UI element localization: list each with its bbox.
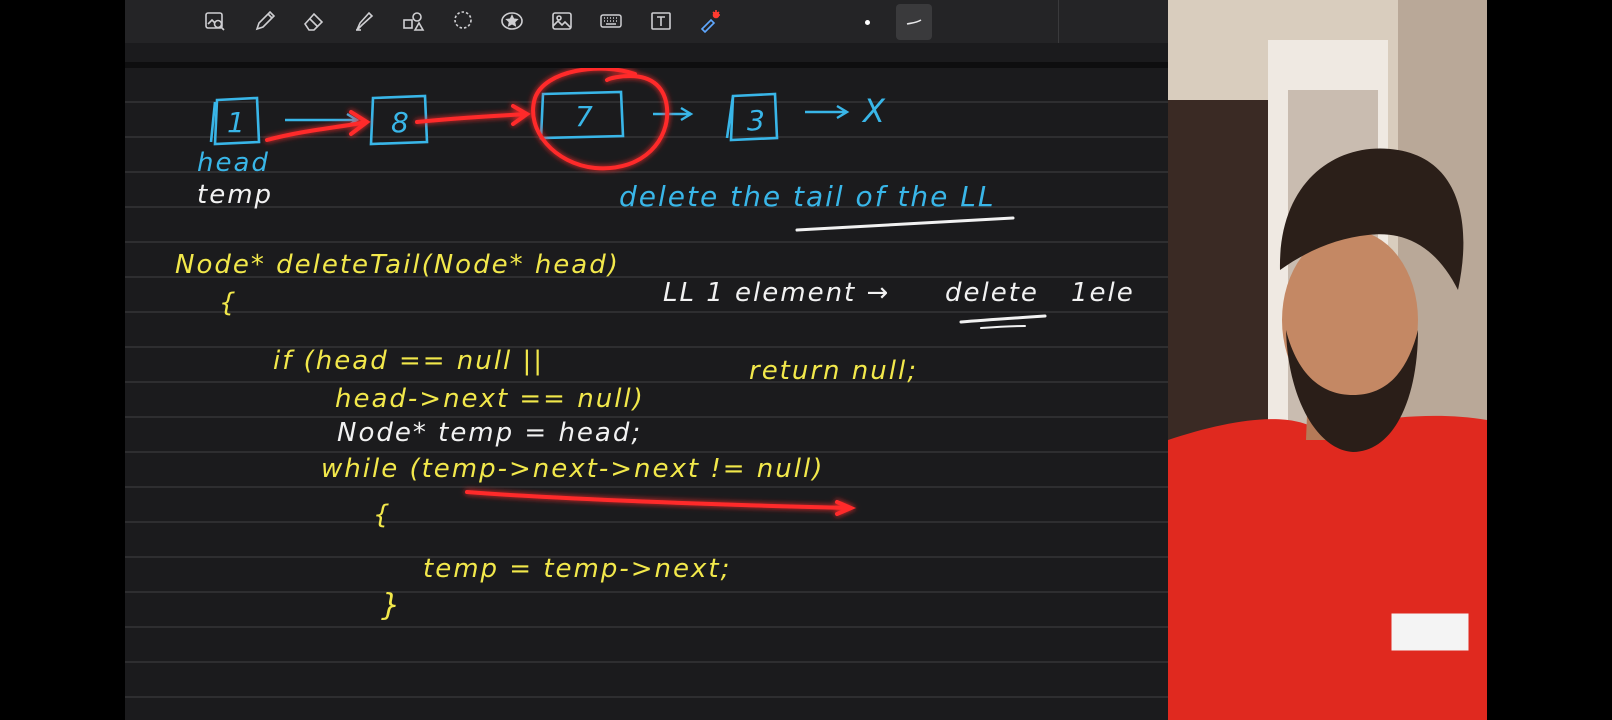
side-note-emph: delete bbox=[945, 278, 1039, 308]
text-box-icon[interactable] bbox=[647, 7, 675, 35]
laser-pointer-icon[interactable] bbox=[696, 7, 724, 35]
title-note: delete the tail of the LL bbox=[619, 180, 996, 213]
notes-app-window: 1 8 7 3 X head temp delete the tail of t… bbox=[125, 0, 1487, 720]
stroke-dot-icon[interactable] bbox=[853, 8, 881, 36]
advance-temp-line: temp = temp->next; bbox=[423, 554, 732, 584]
node-7-value: 7 bbox=[575, 100, 595, 133]
highlighter-icon[interactable] bbox=[350, 7, 378, 35]
image-icon[interactable] bbox=[548, 7, 576, 35]
while-open-brace: { bbox=[373, 500, 392, 530]
keyboard-icon[interactable] bbox=[597, 7, 625, 35]
temp-label: temp bbox=[197, 180, 274, 210]
arrow-7-3 bbox=[653, 106, 694, 122]
function-signature: Node* deleteTail(Node* head) bbox=[175, 250, 620, 280]
side-note-text: LL 1 element → bbox=[663, 278, 891, 308]
stroke-width-icon[interactable] bbox=[896, 4, 932, 40]
arrow-3-null bbox=[805, 104, 850, 120]
title-underline bbox=[795, 216, 1015, 232]
laser-underline-while bbox=[465, 490, 857, 516]
null-x-mark: X bbox=[863, 92, 887, 130]
eraser-icon[interactable] bbox=[300, 7, 328, 35]
close-brace: } bbox=[381, 588, 403, 623]
temp-declaration: Node* temp = head; bbox=[337, 418, 643, 448]
delete-underline bbox=[959, 314, 1047, 324]
star-sticker-icon[interactable] bbox=[498, 7, 526, 35]
node-1-value: 1 bbox=[227, 106, 247, 139]
side-note-tail: 1ele bbox=[1071, 278, 1135, 308]
whiteboard-canvas[interactable]: 1 8 7 3 X head temp delete the tail of t… bbox=[125, 68, 1168, 720]
presenter-illustration bbox=[1168, 0, 1487, 720]
webcam-presenter-view bbox=[1168, 0, 1487, 720]
shapes-icon[interactable] bbox=[399, 7, 427, 35]
toolbar-divider bbox=[1058, 0, 1059, 43]
open-brace: { bbox=[219, 288, 238, 318]
head-label: head bbox=[197, 148, 270, 178]
image-search-icon[interactable] bbox=[201, 7, 229, 35]
laser-circle-tail bbox=[531, 68, 670, 171]
pen-icon[interactable] bbox=[251, 7, 279, 35]
return-null: return null; bbox=[749, 356, 918, 386]
node-3-value: 3 bbox=[747, 104, 767, 137]
ink-layer bbox=[209, 68, 1047, 516]
if-line: if (head == null || bbox=[273, 346, 544, 376]
drawing-toolbar bbox=[125, 0, 1168, 43]
node-8-value: 8 bbox=[391, 106, 411, 139]
while-line: while (temp->next->next != null) bbox=[321, 454, 825, 484]
if-line-2: head->next == null) bbox=[335, 384, 645, 414]
laser-arrow-2 bbox=[415, 104, 531, 126]
lasso-icon[interactable] bbox=[449, 7, 477, 35]
